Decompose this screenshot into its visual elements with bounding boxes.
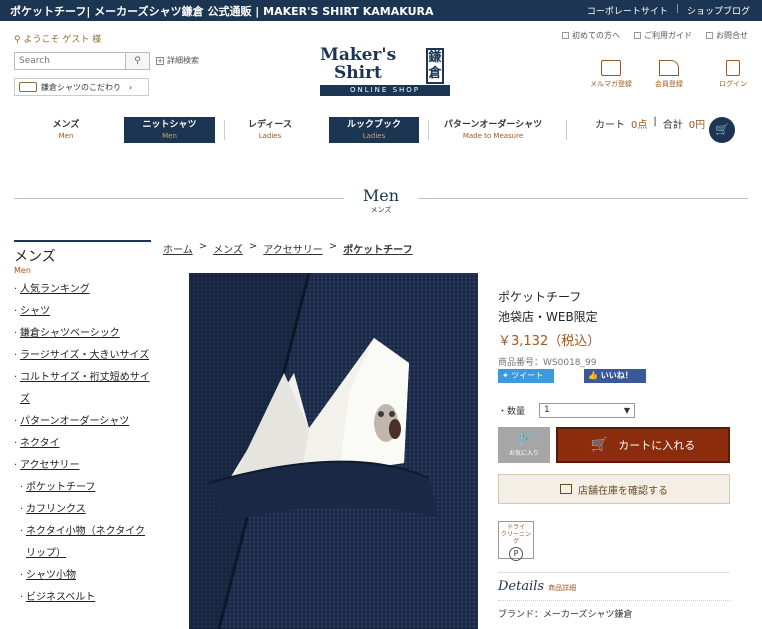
chevron-right-icon: > — [328, 241, 338, 252]
thumbs-up-icon: 👍 — [588, 371, 601, 380]
category-sidebar: メンズ Men 人気ランキング シャツ 鎌倉シャツベーシック ラージサイズ・大き… — [14, 240, 151, 609]
welcome-text: ⚲ ようこそ ゲスト 様 — [14, 35, 102, 45]
pen-icon — [659, 60, 679, 76]
quantity-select[interactable]: 1 ▼ — [539, 403, 636, 418]
arrow-icon — [706, 32, 713, 39]
details-heading: Details 商品詳細 — [498, 579, 577, 594]
add-to-cart-button[interactable]: 🛒 カートに入れる — [556, 427, 730, 463]
sidebar-item-short-size[interactable]: コルトサイズ・裄丈短めサイズ — [14, 367, 151, 411]
divider: | — [675, 4, 679, 14]
store-icon — [560, 484, 572, 494]
first-time-link[interactable]: 初めての方へ — [562, 30, 620, 41]
contact-link[interactable]: お問合せ — [706, 30, 748, 41]
section-header: Men メンズ — [0, 184, 762, 214]
section-title-jp: メンズ — [370, 206, 392, 214]
arrow-icon — [562, 32, 569, 39]
plus-icon: + — [156, 56, 164, 65]
sidebar-item-large-size[interactable]: ラージサイズ・大きいサイズ — [14, 345, 151, 367]
breadcrumb: ホーム > メンズ > アクセサリー > ポケットチーフ — [163, 241, 413, 256]
divider — [428, 120, 429, 140]
sidebar-list: 人気ランキング シャツ 鎌倉シャツベーシック ラージサイズ・大きいサイズ コルト… — [14, 279, 151, 609]
top-bar: ポケットチーフ| メーカーズシャツ鎌倉 公式通販 | MAKER'S SHIRT… — [0, 0, 762, 21]
product-code: 商品番号：WS0018_99 — [498, 358, 597, 368]
newsletter-link[interactable]: メルマガ登録 — [590, 60, 632, 89]
chevron-right-icon: › — [129, 82, 133, 92]
clip-icon: 🔗 — [515, 431, 533, 446]
product-info: ポケットチーフ 池袋店・WEB限定 ￥3,132（税込） 商品番号：WS0018… — [498, 288, 732, 368]
divider: | — [653, 116, 657, 127]
guide-link[interactable]: ご利用ガイド — [634, 30, 692, 41]
sidebar-item-pocket-chief[interactable]: ポケットチーフ — [14, 477, 151, 499]
breadcrumb-accessories[interactable]: アクセサリー — [263, 241, 323, 256]
nav-lookbook[interactable]: ルックブック Ladies — [329, 117, 419, 143]
arrow-icon — [634, 32, 641, 39]
quantity-row: ・数量 1 ▼ — [498, 403, 636, 418]
nav-knit-shirt[interactable]: ニットシャツ Men — [124, 117, 215, 143]
nav-men[interactable]: メンズ Men — [30, 117, 102, 143]
twitter-icon: ✦ — [502, 371, 512, 380]
breadcrumb-men[interactable]: メンズ — [213, 241, 243, 256]
site-logo[interactable]: Maker's Shirt 鎌倉 ONLINE SHOP — [320, 47, 450, 96]
section-title-en: Men — [362, 186, 400, 205]
search-icon: ⚲ — [134, 56, 141, 66]
search-box: ⚲ — [14, 52, 150, 70]
register-link[interactable]: 会員登録 — [655, 60, 683, 89]
corporate-site-link[interactable]: コーポレートサイト — [587, 4, 668, 17]
chevron-right-icon: > — [248, 241, 258, 252]
brand-row: ブランド：メーカーズシャツ鎌倉 — [498, 600, 730, 620]
kodawari-link[interactable]: 鎌倉シャツのこだわり › — [14, 78, 149, 96]
sidebar-item-neckties[interactable]: ネクタイ — [14, 433, 151, 455]
cart-summary[interactable]: カート 0点 | 合計 0円 — [595, 116, 705, 131]
cart-icon[interactable]: 🛒 — [709, 117, 735, 143]
search-input[interactable] — [15, 53, 125, 69]
like-button[interactable]: 👍 いいね！ — [584, 369, 646, 383]
product-name: ポケットチーフ — [498, 290, 582, 304]
care-badge: ドライ クリーニング P — [498, 521, 534, 561]
favorite-button[interactable]: 🔗 お気に入り — [498, 427, 550, 463]
divider — [224, 120, 225, 140]
login-link[interactable]: ログイン — [719, 60, 747, 89]
sidebar-item-accessories[interactable]: アクセサリー — [14, 455, 151, 477]
search-button[interactable]: ⚲ — [125, 53, 149, 69]
lock-icon — [726, 60, 740, 76]
product-price: ￥3,132（税込） — [498, 334, 601, 349]
details-section: Details 商品詳細 ブランド：メーカーズシャツ鎌倉 — [498, 572, 730, 620]
sidebar-item-pattern-order[interactable]: パターンオーダーシャツ — [14, 411, 151, 433]
mail-icon — [601, 60, 621, 76]
breadcrumb-current[interactable]: ポケットチーフ — [343, 241, 412, 256]
pocket-chief-photo — [189, 273, 478, 629]
sidebar-item-tie-clip[interactable]: ネクタイ小物（ネクタイクリップ） — [14, 521, 151, 565]
page-title: ポケットチーフ| メーカーズシャツ鎌倉 公式通販 | MAKER'S SHIRT… — [10, 5, 434, 18]
chevron-right-icon: > — [198, 241, 208, 252]
advanced-search-link[interactable]: + 詳細検索 — [156, 55, 199, 66]
divider — [14, 198, 344, 199]
chevron-down-icon: ▼ — [623, 406, 631, 415]
utility-links: 初めての方へ ご利用ガイド お問合せ — [562, 30, 748, 41]
quantity-label: ・数量 — [498, 407, 526, 417]
product-image[interactable] — [189, 273, 478, 629]
sidebar-item-cufflinks[interactable]: カフリンクス — [14, 499, 151, 521]
nav-ladies[interactable]: レディース Ladies — [232, 117, 308, 143]
top-links: コーポレートサイト | ショップブログ — [587, 4, 750, 17]
sidebar-item-ranking[interactable]: 人気ランキング — [14, 279, 151, 301]
cart-icon: 🛒 — [590, 437, 609, 453]
sewing-machine-icon — [19, 82, 37, 92]
sidebar-item-shirt-accessories[interactable]: シャツ小物 — [14, 565, 151, 587]
tweet-button[interactable]: ✦ ツイート — [498, 369, 554, 383]
divider — [566, 120, 567, 140]
social-buttons: ✦ ツイート 👍 いいね！ — [498, 369, 646, 383]
sidebar-item-basic[interactable]: 鎌倉シャツベーシック — [14, 323, 151, 345]
shop-blog-link[interactable]: ショップブログ — [687, 4, 750, 17]
stock-check-button[interactable]: 店舗在庫を確認する — [498, 474, 730, 504]
sidebar-header: メンズ Men — [14, 240, 151, 275]
nav-pattern-order[interactable]: パターンオーダーシャツ Made to Measure — [432, 117, 554, 143]
product-store: 池袋店・WEB限定 — [498, 310, 598, 324]
sidebar-item-shirts[interactable]: シャツ — [14, 301, 151, 323]
divider — [418, 198, 748, 199]
sidebar-item-business-belt[interactable]: ビジネスベルト — [14, 587, 151, 609]
breadcrumb-home[interactable]: ホーム — [163, 241, 193, 256]
